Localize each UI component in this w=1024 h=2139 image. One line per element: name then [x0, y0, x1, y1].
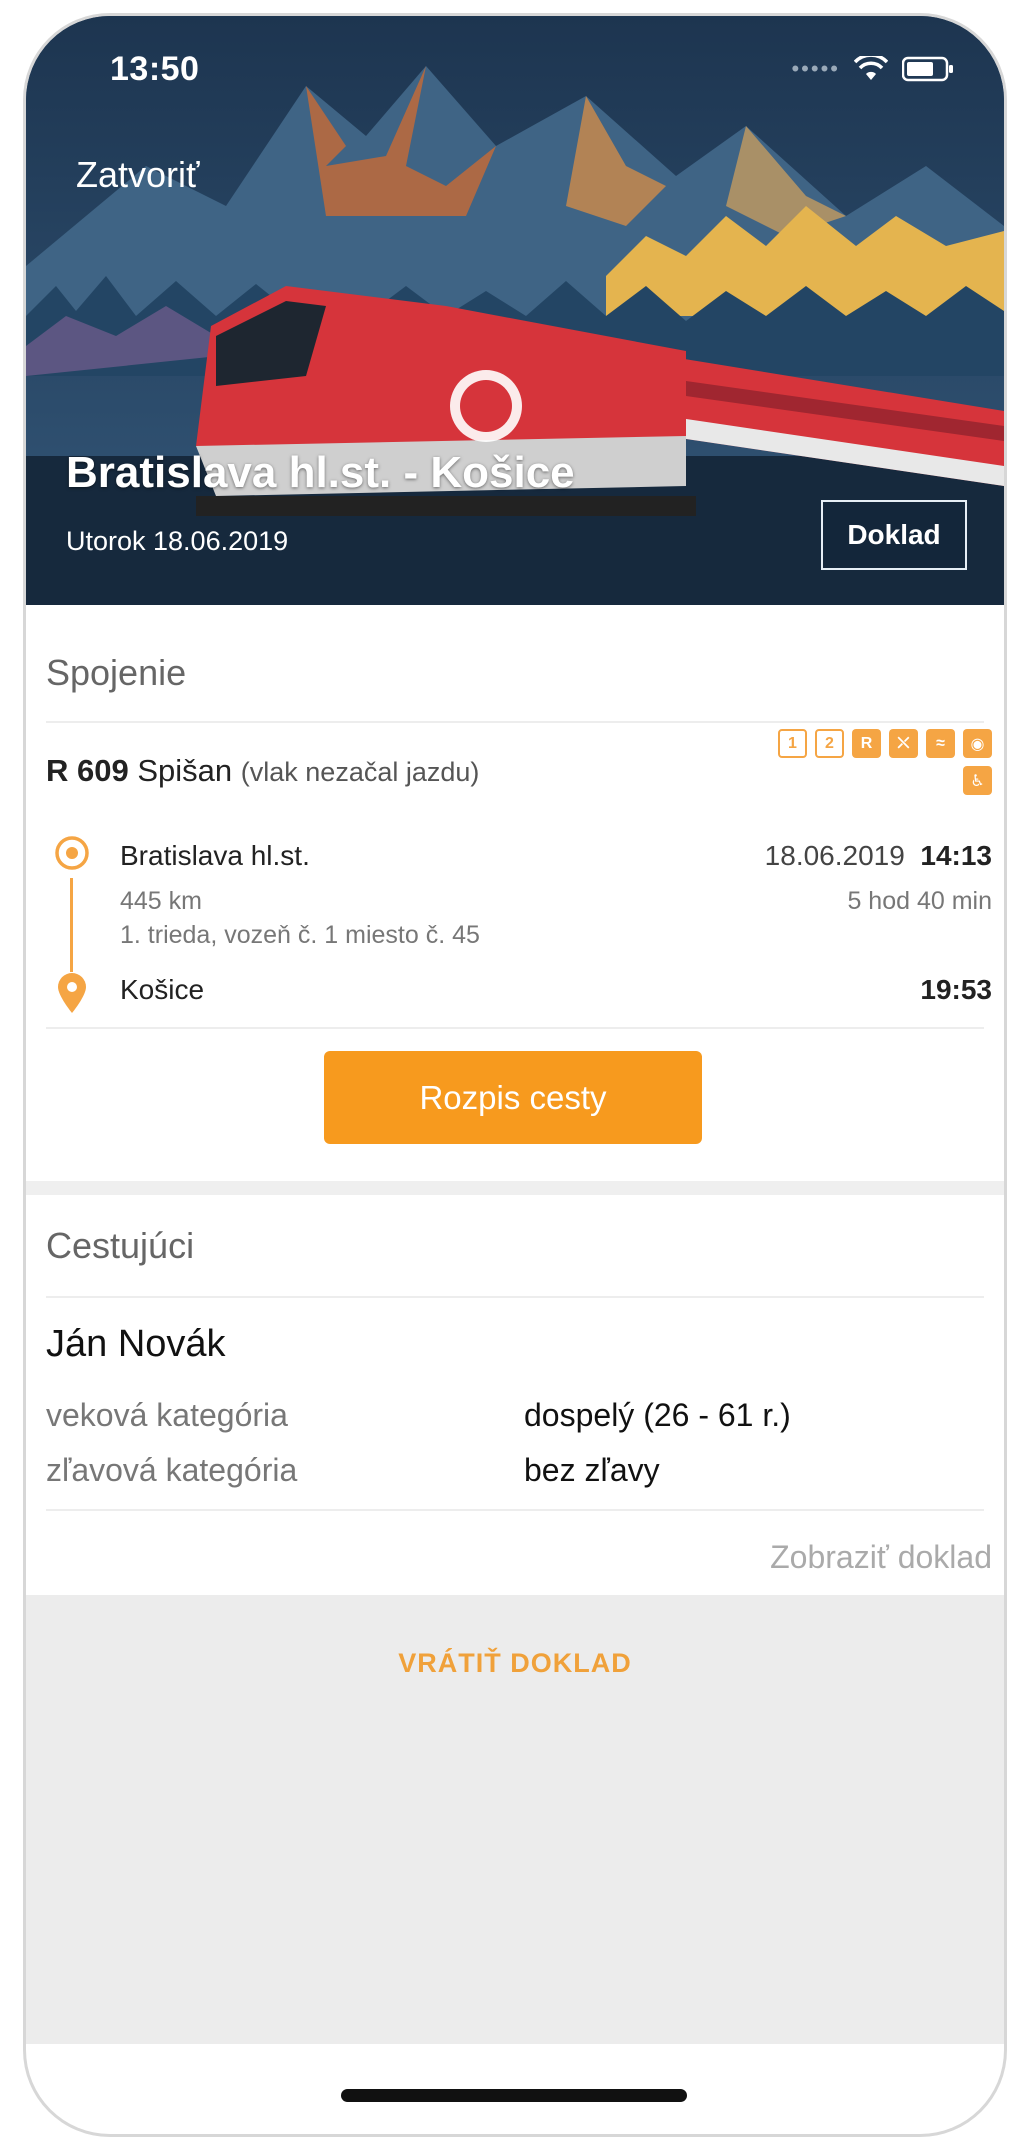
seat-info: 1. trieda, vozeň č. 1 miesto č. 45	[120, 921, 480, 949]
header-hero: 13:50 ••••• Zatvoriť Bratislava hl.st. -…	[26, 16, 1004, 605]
section-title-connection: Spojenie	[46, 652, 187, 693]
power-socket-icon: ◉	[963, 729, 992, 758]
battery-icon	[902, 56, 953, 82]
wifi-status-icon	[854, 56, 888, 80]
section-title-passengers: Cestujúci	[46, 1225, 195, 1266]
close-button[interactable]: Zatvoriť	[76, 154, 200, 196]
divider	[46, 721, 984, 723]
status-time: 13:50	[110, 50, 200, 88]
wheelchair-icon: ♿	[963, 766, 992, 795]
route-title: Bratislava hl.st. - Košice	[66, 448, 575, 497]
distance: 445 km	[120, 887, 202, 915]
train-status: (vlak nezačal jazdu)	[240, 757, 480, 787]
route-detail-button[interactable]: Rozpis cesty	[324, 1051, 702, 1144]
departure: 18.06.2019 14:13	[765, 840, 992, 872]
travel-date: Utorok 18.06.2019	[66, 526, 289, 556]
divider	[46, 1027, 984, 1029]
discount-category-value: bez zľavy	[524, 1452, 660, 1488]
age-category-value: dospelý (26 - 61 r.)	[524, 1397, 791, 1433]
duration: 5 hod 40 min	[847, 887, 992, 915]
destination-station: Košice	[120, 974, 205, 1005]
divider	[46, 1509, 984, 1511]
couchette-icon: ⛌	[889, 729, 918, 758]
section-separator	[26, 1181, 1004, 1195]
first-class-icon: 1	[778, 729, 807, 758]
destination-pin-icon	[58, 973, 86, 1013]
doklad-button[interactable]: Doklad	[821, 500, 967, 570]
origin-station: Bratislava hl.st.	[120, 840, 310, 871]
divider	[46, 1296, 984, 1298]
return-ticket-button[interactable]: VRÁTIŤ DOKLAD	[26, 1648, 1004, 1679]
passenger-name: Ján Novák	[46, 1323, 226, 1365]
departure-date: 18.06.2019	[764, 840, 905, 871]
reservation-icon: R	[852, 729, 881, 758]
signal-icon: •••••	[791, 56, 840, 81]
second-class-icon: 2	[815, 729, 844, 758]
train-name: Spišan	[137, 753, 233, 788]
origin-pin-icon	[55, 836, 89, 870]
train-info: R 609 Spišan (vlak nezačal jazdu)	[46, 753, 479, 789]
home-indicator[interactable]	[341, 2089, 687, 2102]
wifi-icon: ≈	[926, 729, 955, 758]
train-number: R 609	[46, 753, 129, 788]
departure-time: 14:13	[920, 840, 992, 871]
discount-category-label: zľavová kategória	[46, 1452, 298, 1488]
show-document-link[interactable]: Zobraziť doklad	[770, 1539, 992, 1576]
route-line	[70, 878, 73, 972]
age-category-label: veková kategória	[46, 1397, 288, 1433]
amenities: 1 2 R ⛌ ≈ ◉ ♿	[752, 729, 992, 795]
phone-screen: 13:50 ••••• Zatvoriť Bratislava hl.st. -…	[26, 16, 1004, 2134]
status-icons: •••••	[791, 56, 954, 82]
arrival-time: 19:53	[920, 974, 992, 1005]
arrival: 19:53	[920, 974, 992, 1006]
